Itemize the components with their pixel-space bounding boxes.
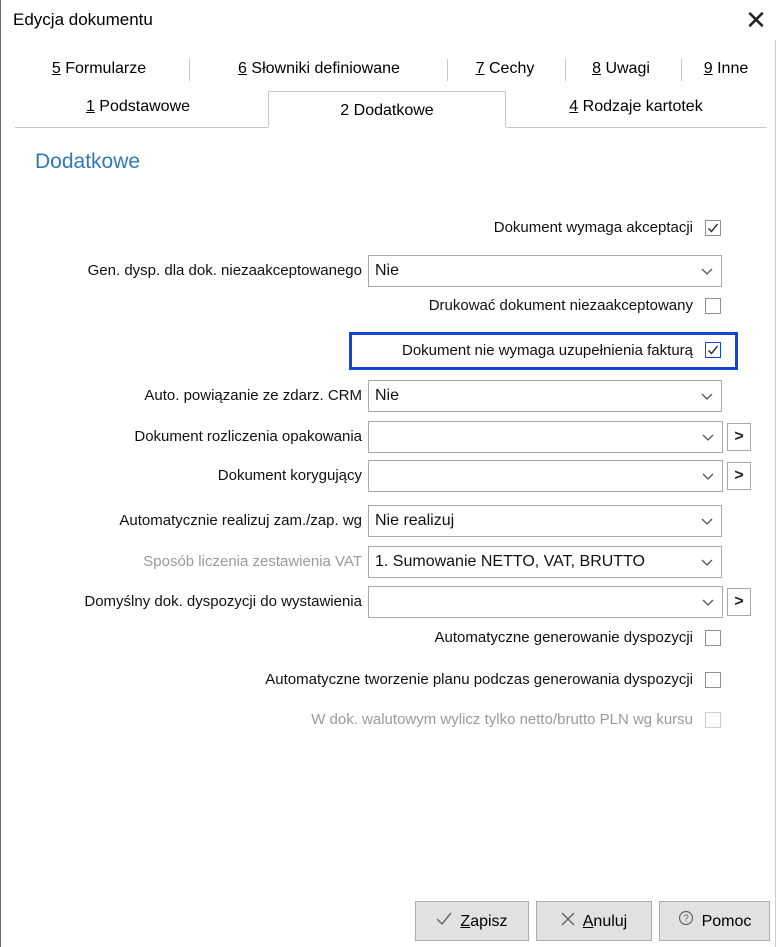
label-realizuj: Automatycznie realizuj zam./zap. wg	[119, 512, 362, 529]
check-icon	[436, 902, 452, 940]
combo-gen-dysp[interactable]: Nie	[368, 255, 722, 287]
chevron-down-icon	[701, 559, 713, 566]
combo-korygujacy[interactable]	[368, 460, 723, 492]
tabs-row-upper: 5 Formularze 6 Słowniki definiowane 7 Ce…	[15, 52, 767, 86]
tab-separator	[565, 59, 566, 81]
help-button[interactable]: ? Pomoc	[659, 901, 770, 941]
combo-vat[interactable]: 1. Sumowanie NETTO, VAT, BRUTTO	[368, 546, 722, 578]
save-button[interactable]: Zapisz	[415, 901, 529, 941]
open-dyspozycja-button[interactable]: >	[727, 588, 751, 616]
help-circle-icon: ?	[678, 902, 694, 940]
title-bar: Edycja dokumentu ✕	[1, 0, 776, 40]
label-crm: Auto. powiązanie ze zdarz. CRM	[144, 387, 362, 404]
combo-dyspozycja[interactable]	[368, 586, 723, 618]
x-icon	[561, 902, 575, 940]
combo-value: Nie realizuj	[375, 512, 455, 529]
tabs-underline	[506, 127, 767, 128]
dialog-window: Edycja dokumentu ✕ 5 Formularze 6 Słowni…	[0, 0, 776, 947]
label-opakowania: Dokument rozliczenia opakowania	[134, 428, 362, 445]
tab-separator	[681, 59, 682, 81]
chevron-down-icon	[702, 434, 714, 441]
tabs-underline	[15, 127, 268, 128]
label-auto-plan: Automatyczne tworzenie planu podczas gen…	[265, 671, 693, 688]
combo-value: 1. Sumowanie NETTO, VAT, BRUTTO	[375, 553, 645, 570]
label-uzupelnienie: Dokument nie wymaga uzupełnienia fakturą	[402, 342, 693, 359]
tab-dodatkowe[interactable]: 2 Dodatkowe	[268, 91, 506, 127]
label-drukowac: Drukować dokument niezaakceptowany	[428, 297, 693, 314]
label-walutowy: W dok. walutowym wylicz tylko netto/brut…	[311, 711, 693, 728]
tab-separator	[189, 59, 190, 81]
combo-value: Nie	[375, 387, 400, 404]
label-korygujacy: Dokument korygujący	[217, 467, 362, 484]
label-akceptacja: Dokument wymaga akceptacji	[493, 219, 693, 236]
label-vat: Sposób liczenia zestawienia VAT	[143, 553, 362, 570]
open-opakowania-button[interactable]: >	[727, 423, 751, 451]
combo-opakowania[interactable]	[368, 421, 723, 453]
open-korygujacy-button[interactable]: >	[727, 462, 751, 490]
checkbox-akceptacja[interactable]	[705, 220, 721, 236]
tab-separator	[447, 59, 448, 81]
checkbox-walutowy[interactable]	[705, 712, 721, 728]
label-gen-dysp: Gen. dysp. dla dok. niezaakceptowanego	[87, 262, 362, 279]
checkbox-auto-gen[interactable]	[705, 630, 721, 646]
tab-slowniki-definiowane[interactable]: 6 Słowniki definiowane	[199, 52, 439, 86]
combo-value: Nie	[375, 262, 400, 279]
svg-text:?: ?	[683, 914, 689, 925]
check-icon	[708, 223, 719, 233]
chevron-down-icon	[701, 518, 713, 525]
cancel-button[interactable]: Anuluj	[536, 901, 652, 941]
checkbox-uzupelnienie[interactable]	[705, 342, 721, 358]
check-icon	[708, 345, 719, 355]
label-dyspozycja: Domyślny dok. dyspozycji do wystawienia	[84, 593, 362, 610]
tab-podstawowe[interactable]: 1 Podstawowe	[23, 90, 253, 124]
combo-crm[interactable]: Nie	[368, 380, 722, 412]
tab-inne[interactable]: 9 Inne	[691, 52, 761, 86]
checkbox-drukowac[interactable]	[705, 298, 721, 314]
chevron-down-icon	[702, 599, 714, 606]
tab-uwagi[interactable]: 8 Uwagi	[571, 52, 671, 86]
section-title: Dodatkowe	[35, 150, 141, 173]
tab-rodzaje-kartotek[interactable]: 4 Rodzaje kartotek	[521, 90, 751, 124]
checkbox-auto-plan[interactable]	[705, 672, 721, 688]
tab-formularze[interactable]: 5 Formularze	[29, 52, 169, 86]
tab-cechy[interactable]: 7 Cechy	[455, 52, 555, 86]
label-auto-gen: Automatyczne generowanie dyspozycji	[434, 629, 693, 646]
chevron-down-icon	[702, 473, 714, 480]
combo-realizuj[interactable]: Nie realizuj	[368, 505, 722, 537]
chevron-down-icon	[701, 393, 713, 400]
close-icon[interactable]: ✕	[740, 4, 772, 36]
window-title: Edycja dokumentu	[13, 10, 153, 29]
chevron-down-icon	[701, 268, 713, 275]
